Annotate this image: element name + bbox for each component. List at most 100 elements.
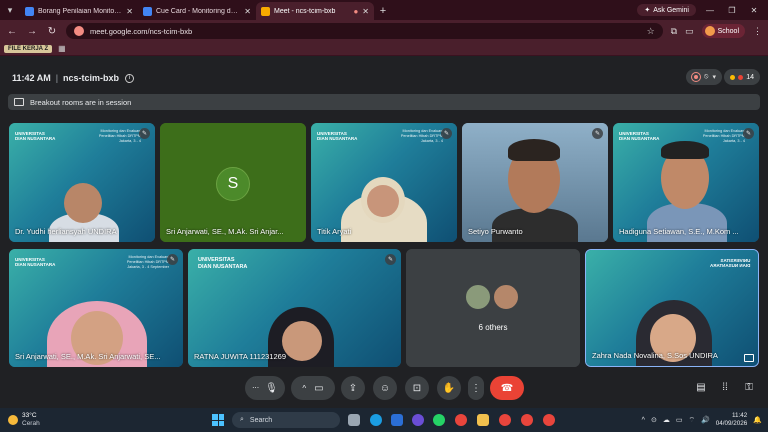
clock[interactable]: 11:42 04/09/2026 [716, 412, 748, 428]
present-button[interactable]: ⇪ [341, 376, 365, 400]
new-tab-button[interactable]: + [374, 2, 392, 20]
weather-condition: Cerah [22, 420, 40, 427]
browser-toolbar: ← → ↻ meet.google.com/ncs-tcim-bxb ☆ ⧉ ▭… [0, 20, 768, 42]
bookmark-star-icon[interactable]: ☆ [647, 26, 655, 37]
participant-tile[interactable]: UNIVERSITAS DIAN NUSANTARA Monitoring dan… [613, 123, 759, 242]
chrome-icon[interactable] [499, 414, 511, 426]
more-options-button[interactable]: ⋮ [468, 376, 484, 400]
mail-icon[interactable] [391, 414, 403, 426]
tab-title: Cue Card - Monitoring dan Eva [156, 7, 240, 15]
chrome-icon[interactable] [521, 414, 533, 426]
meeting-header: 11:42 AM | ncs-tcim-bxb i ⦸ ▾ 14 [0, 68, 768, 88]
present-icon: ⇪ [348, 382, 358, 394]
captions-button[interactable]: ⊡ [405, 376, 429, 400]
tab-search-icon[interactable]: ▾ [0, 0, 20, 20]
chrome-icon[interactable] [543, 414, 555, 426]
apps-grid-icon[interactable]: ▦ [58, 44, 66, 53]
info-icon[interactable]: i [125, 73, 135, 83]
audio-settings-icon: ⋯ [252, 385, 260, 392]
bookmark-folder[interactable]: FILE KERJA Z [4, 44, 53, 53]
muted-mic-icon: ✎ [743, 128, 754, 139]
windows-start-icon[interactable] [212, 414, 224, 426]
tab-cue-card[interactable]: Cue Card - Monitoring dan Eva ✕ [138, 2, 256, 20]
picture-in-picture-icon[interactable] [744, 354, 754, 362]
person-body [492, 208, 578, 242]
participant-tile[interactable]: S Sri Anjarwati, SE., M.Ak. Sri Anjar... [160, 123, 306, 242]
forward-icon[interactable]: → [26, 26, 38, 37]
event-banner: Monitoring dan Evaluasi Penelitian Hibah … [126, 255, 169, 269]
back-icon[interactable]: ← [6, 26, 18, 37]
restore-icon[interactable]: ❐ [724, 6, 740, 15]
leave-call-button[interactable]: ☎ [490, 376, 524, 400]
hang-up-icon: ☎ [500, 382, 514, 394]
site-info-icon[interactable] [74, 26, 84, 36]
weather-widget[interactable]: 33°C Cerah [0, 412, 40, 428]
tab-title: Borang Penilaian Monitoring da [38, 7, 123, 15]
tab-borang[interactable]: Borang Penilaian Monitoring da ✕ [20, 2, 138, 20]
camera-button[interactable]: ^ ▭ [291, 376, 335, 400]
participant-tile[interactable]: UNIVERSITAS DIAN NUSANTARA Monitoring dan… [9, 249, 183, 367]
meeting-code: ncs-tcim-bxb [63, 73, 120, 83]
cast-icon[interactable]: ▭ [685, 26, 694, 37]
tab-strip: ▾ Borang Penilaian Monitoring da ✕ Cue C… [0, 0, 768, 20]
close-tab-icon[interactable]: ✕ [126, 7, 133, 16]
participant-tile[interactable]: UNIVERSITAS DIAN NUSANTARA Monitoring dan… [311, 123, 457, 242]
host-controls-icon[interactable]: ⚿ [742, 382, 756, 393]
taskbar-search[interactable]: ⌕ Search [232, 412, 340, 428]
ask-gemini-label: Ask Gemini [653, 6, 689, 14]
event-banner: Monitoring dan Evaluasi Penelitian Hibah … [702, 129, 745, 143]
tab-title: Meet - ncs-tcim-bxb [274, 7, 336, 15]
gemini-icon: ✦ [644, 7, 651, 14]
chevron-up-icon[interactable]: ^ [642, 417, 645, 424]
profile-button[interactable]: School [701, 24, 745, 38]
minimize-icon[interactable]: — [702, 6, 718, 15]
reload-icon[interactable]: ↻ [46, 26, 58, 37]
emoji-button[interactable]: ☺ [373, 376, 397, 400]
mic-icon: 🎙 [265, 382, 278, 394]
people-button[interactable]: 14 [724, 69, 760, 85]
avatar-dot [738, 74, 744, 80]
battery-icon[interactable]: ▭ [676, 416, 683, 424]
person-hair [661, 141, 709, 159]
participant-tile[interactable]: ✎ Setiyo Purwanto [462, 123, 608, 242]
record-icon [691, 73, 700, 81]
taskbar: 33°C Cerah ⌕ Search ^ ⊙ ☁ ▭ ⌔ 🔊 11:42 04… [0, 408, 768, 432]
address-bar[interactable]: meet.google.com/ncs-tcim-bxb ☆ [66, 23, 663, 39]
recording-indicator[interactable]: ⦸ ▾ [685, 69, 722, 85]
breakout-rooms-icon [14, 98, 24, 106]
task-view-icon[interactable] [348, 414, 360, 426]
university-logo: UNIVERSITAS DIAN NUSANTARA [709, 258, 750, 269]
extensions-icon[interactable]: ⧉ [671, 26, 677, 37]
chrome-icon[interactable] [455, 414, 467, 426]
tab-meet[interactable]: Meet - ncs-tcim-bxb ● ✕ [256, 2, 374, 20]
participant-name: Dr. Yudhi herliansyah UNDIRA [15, 227, 117, 236]
participant-tile[interactable]: UNIVERSITAS DIAN NUSANTARA Monitoring dan… [9, 123, 155, 242]
activities-icon[interactable]: ⁞⁞ [718, 382, 732, 393]
camera-icon: ▭ [314, 382, 324, 394]
edge-icon[interactable] [370, 414, 382, 426]
muted-mic-icon: ✎ [441, 128, 452, 139]
menu-icon[interactable]: ⋮ [753, 26, 762, 37]
close-window-icon[interactable]: ✕ [746, 6, 762, 15]
captions-icon: ⊡ [412, 382, 422, 394]
clock-time: 11:42 [731, 412, 748, 420]
ask-gemini-button[interactable]: ✦ Ask Gemini [637, 4, 696, 16]
chat-icon[interactable]: ▤ [694, 382, 708, 393]
wifi-icon[interactable]: ⌔ [688, 416, 695, 425]
close-tab-icon[interactable]: ✕ [244, 7, 251, 16]
close-tab-icon[interactable]: ✕ [362, 7, 369, 16]
file-explorer-icon[interactable] [477, 414, 489, 426]
app-icon[interactable] [412, 414, 424, 426]
raise-hand-button[interactable]: ✋ [437, 376, 461, 400]
person-face [282, 321, 322, 361]
cloud-icon[interactable]: ☁ [663, 416, 670, 424]
mic-button[interactable]: ⋯ 🎙 [245, 376, 285, 400]
shield-icon[interactable]: ⊙ [651, 416, 657, 424]
self-view-tile[interactable]: UNIVERSITAS DIAN NUSANTARA Zahra Nada Nov… [585, 249, 759, 367]
others-tile[interactable]: 6 others [406, 249, 580, 367]
university-logo: UNIVERSITAS DIAN NUSANTARA [619, 131, 660, 142]
volume-icon[interactable]: 🔊 [701, 416, 710, 424]
whatsapp-icon[interactable] [433, 414, 445, 426]
notification-icon[interactable]: 🔔 [753, 416, 762, 424]
participant-tile[interactable]: UNIVERSITAS DIAN NUSANTARA ✎ RATNA JUWITA… [188, 249, 401, 367]
